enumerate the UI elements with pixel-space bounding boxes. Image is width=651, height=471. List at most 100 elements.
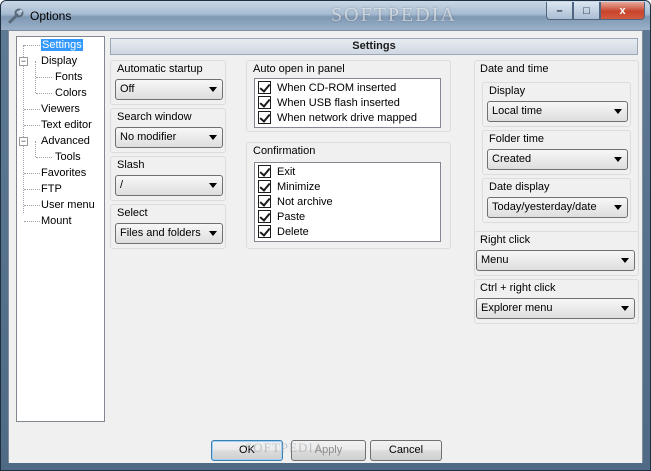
search-window-group: Search window No modifier xyxy=(110,108,226,153)
options-window: Options SOFTPEDIA – □ x Settings − Displ… xyxy=(0,0,651,471)
search-window-select[interactable]: No modifier xyxy=(115,127,223,148)
close-button[interactable]: x xyxy=(600,2,645,20)
confirm-minimize-checkbox[interactable]: Minimize xyxy=(258,180,320,195)
tree-item-label: Fonts xyxy=(55,71,83,83)
check-icon xyxy=(258,111,271,124)
tree-item-label: Colors xyxy=(55,87,87,99)
checkbox-label: When USB flash inserted xyxy=(277,97,400,109)
select-label: Select xyxy=(117,207,148,219)
right-click-select[interactable]: Menu xyxy=(476,250,635,271)
tree-item-label: FTP xyxy=(41,183,62,195)
collapse-display-icon[interactable]: − xyxy=(19,57,28,66)
search-window-value: No modifier xyxy=(120,131,177,143)
button-bar: OK Apply Cancel xyxy=(9,432,642,463)
ctrl-right-click-value: Explorer menu xyxy=(481,302,553,314)
collapse-advanced-icon[interactable]: − xyxy=(19,137,28,146)
checkbox-label: When network drive mapped xyxy=(277,112,418,124)
folder-time-label: Folder time xyxy=(489,133,545,145)
ctrl-right-click-group: Ctrl + right click Explorer menu xyxy=(474,279,639,324)
tree-item-label: Settings xyxy=(41,39,83,51)
tree-item-mount[interactable]: Mount xyxy=(41,214,72,229)
date-time-label: Date and time xyxy=(480,63,549,75)
automatic-startup-select[interactable]: Off xyxy=(115,79,223,100)
settings-header: Settings xyxy=(110,38,638,55)
date-display-group: Date display Today/yesterday/date xyxy=(482,178,631,223)
ctrl-right-click-select[interactable]: Explorer menu xyxy=(476,298,635,319)
checkbox-label: When CD-ROM inserted xyxy=(277,82,397,94)
tree-item-advanced[interactable]: Advanced xyxy=(41,134,90,149)
confirm-exit-checkbox[interactable]: Exit xyxy=(258,165,295,180)
close-icon: x xyxy=(619,4,626,17)
minimize-icon: – xyxy=(556,4,563,17)
checkbox-label: Not archive xyxy=(277,196,333,208)
confirm-paste-checkbox[interactable]: Paste xyxy=(258,210,305,225)
right-click-value: Menu xyxy=(481,254,509,266)
checkbox-label: Minimize xyxy=(277,181,321,193)
cancel-button[interactable]: Cancel xyxy=(370,440,442,461)
confirmation-group: Confirmation Exit Minimize Not archive P… xyxy=(246,142,451,249)
confirmation-list[interactable]: Exit Minimize Not archive Paste Delete xyxy=(254,162,441,242)
right-click-label: Right click xyxy=(480,234,531,246)
tree-item-label: Advanced xyxy=(41,135,90,147)
auto-open-list[interactable]: When CD-ROM inserted When USB flash inse… xyxy=(254,78,441,128)
checkbox-label: Paste xyxy=(277,211,306,223)
date-display-value: Today/yesterday/date xyxy=(492,201,597,213)
tree-item-viewers[interactable]: Viewers xyxy=(41,102,80,117)
chevron-down-icon xyxy=(209,135,217,140)
softpedia-watermark: SOFTPEDIA xyxy=(331,4,457,26)
auto-open-label: Auto open in panel xyxy=(253,63,345,75)
tree-item-colors[interactable]: Colors xyxy=(55,86,87,101)
check-icon xyxy=(258,210,271,223)
display-time-select[interactable]: Local time xyxy=(487,101,628,122)
date-display-select[interactable]: Today/yesterday/date xyxy=(487,197,628,218)
maximize-button[interactable]: □ xyxy=(573,2,600,20)
chevron-down-icon xyxy=(614,109,622,114)
right-click-group: Right click Menu xyxy=(474,231,639,276)
check-icon xyxy=(258,225,271,238)
check-icon xyxy=(258,81,271,94)
folder-time-select[interactable]: Created xyxy=(487,149,628,170)
tree-item-user-menu[interactable]: User menu xyxy=(41,198,95,213)
tree-item-display[interactable]: Display xyxy=(41,54,77,69)
auto-open-group: Auto open in panel When CD-ROM inserted … xyxy=(246,60,451,132)
auto-open-cdrom-checkbox[interactable]: When CD-ROM inserted xyxy=(258,81,396,96)
auto-open-usb-checkbox[interactable]: When USB flash inserted xyxy=(258,96,400,111)
confirm-not-archive-checkbox[interactable]: Not archive xyxy=(258,195,333,210)
chevron-down-icon xyxy=(209,87,217,92)
slash-label: Slash xyxy=(117,159,145,171)
confirm-delete-checkbox[interactable]: Delete xyxy=(258,225,309,240)
tree-item-label: Tools xyxy=(55,151,81,163)
chevron-down-icon xyxy=(621,258,629,263)
window-title: Options xyxy=(30,9,72,23)
check-icon xyxy=(258,96,271,109)
options-tree[interactable]: Settings − Display Fonts Colors Viewers … xyxy=(16,36,105,422)
tree-item-text-editor[interactable]: Text editor xyxy=(41,118,92,133)
select-mode-select[interactable]: Files and folders xyxy=(115,223,223,244)
select-value: Files and folders xyxy=(120,227,201,239)
tree-item-tools[interactable]: Tools xyxy=(55,150,81,165)
tree-item-fonts[interactable]: Fonts xyxy=(55,70,83,85)
slash-select[interactable]: / xyxy=(115,175,223,196)
folder-time-group: Folder time Created xyxy=(482,130,631,175)
date-time-group: Date and time Display Local time Folder … xyxy=(474,60,639,256)
tree-item-label: User menu xyxy=(41,199,95,211)
tree-item-ftp[interactable]: FTP xyxy=(41,182,62,197)
automatic-startup-value: Off xyxy=(120,83,135,95)
title-bar[interactable]: Options SOFTPEDIA – □ x xyxy=(1,1,650,30)
wrench-icon xyxy=(8,8,24,24)
ctrl-right-click-label: Ctrl + right click xyxy=(480,282,556,294)
tree-item-label: Mount xyxy=(41,215,72,227)
chevron-down-icon xyxy=(614,205,622,210)
minimize-button[interactable]: – xyxy=(546,2,573,20)
check-icon xyxy=(258,195,271,208)
tree-item-label: Viewers xyxy=(41,103,80,115)
display-label: Display xyxy=(489,85,526,97)
tree-item-settings[interactable]: Settings xyxy=(41,38,83,53)
automatic-startup-label: Automatic startup xyxy=(117,63,203,75)
check-icon xyxy=(258,180,271,193)
tree-item-label: Display xyxy=(41,55,78,67)
tree-item-favorites[interactable]: Favorites xyxy=(41,166,86,181)
auto-open-network-checkbox[interactable]: When network drive mapped xyxy=(258,111,417,126)
display-time-value: Local time xyxy=(492,105,543,117)
date-display-label: Date display xyxy=(489,181,550,193)
